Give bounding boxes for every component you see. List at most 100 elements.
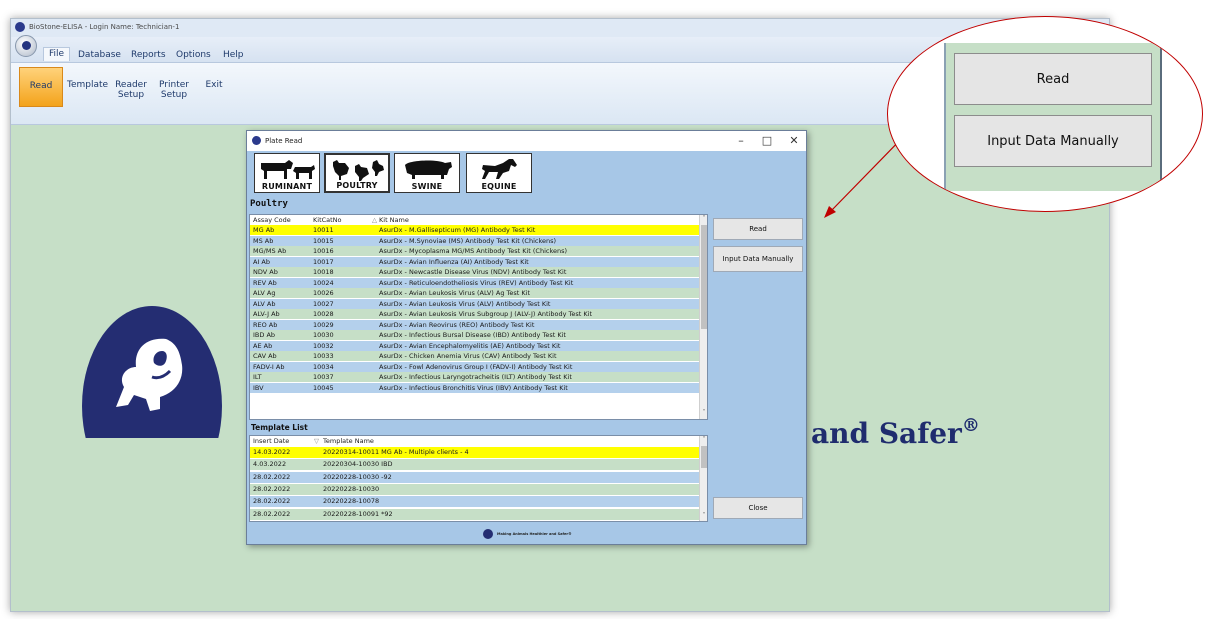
ribbon-reader-setup-button[interactable]: Reader Setup <box>111 80 151 100</box>
scroll-thumb[interactable] <box>701 446 707 468</box>
species-swine-button[interactable]: SWINE <box>394 153 460 193</box>
callout-panel: Read Input Data Manually <box>944 43 1162 191</box>
template-name-cell: 20220314-10011 MG Ab - Multiple clients … <box>323 448 469 456</box>
template-list-table: Insert Date ▽ Template Name 14.03.2022 20… <box>249 435 708 522</box>
read-button[interactable]: Read <box>713 218 803 240</box>
scroll-down-icon[interactable]: ˅ <box>700 409 707 416</box>
kit-table-row[interactable]: AI Ab 10017 AsurDx - Avian Influenza (AI) … <box>250 256 699 267</box>
template-list-row[interactable]: 28.02.2022 20220228-10030 <box>250 483 699 495</box>
insert-date-cell: 28.02.2022 <box>253 484 291 493</box>
kit-table-row[interactable]: MG Ab 10011 AsurDx - M.Gallisepticum (MG) … <box>250 225 699 235</box>
assay-code-cell: MG Ab <box>253 226 275 234</box>
callout-read-button: Read <box>954 53 1152 105</box>
assay-code-cell: ALV-J Ab <box>253 310 280 318</box>
kit-name-cell: AsurDx - M.Gallisepticum (MG) Antibody T… <box>379 226 536 234</box>
kitcatno-cell: 10032 <box>313 341 334 350</box>
dialog-titlebar: Plate Read – □ ✕ <box>247 131 806 151</box>
kit-table-row[interactable]: ALV Ag 10026 AsurDx - Avian Leukosis Virus… <box>250 288 699 298</box>
kit-table-row[interactable]: AE Ab 10032 AsurDx - Avian Encephalomyelit… <box>250 340 699 351</box>
column-header-template-name[interactable]: Template Name <box>323 437 374 445</box>
kitcatno-cell: 10011 <box>313 226 334 234</box>
ribbon-read-button[interactable]: Read <box>19 67 63 107</box>
template-name-cell: 20220228-10078 <box>323 497 380 506</box>
kit-table-row[interactable]: NDV Ab 10018 AsurDx - Newcastle Disease Vi… <box>250 267 699 277</box>
kit-table-row[interactable]: FADV-I Ab 10034 AsurDx - Fowl Adenovirus G… <box>250 361 699 372</box>
insert-date-cell: 28.02.2022 <box>253 509 291 518</box>
tab-help[interactable]: Help <box>223 50 244 60</box>
ribbon-template-button[interactable]: Template <box>67 80 108 90</box>
cattle-sheep-icon <box>261 160 315 179</box>
kit-name-cell: AsurDx - Infectious Laryngotracheitis (I… <box>379 373 572 381</box>
species-label: SWINE <box>411 182 443 191</box>
kitcatno-cell: 10034 <box>313 362 334 371</box>
kitcatno-cell: 10024 <box>313 278 334 287</box>
kit-table-row[interactable]: MS Ab 10015 AsurDx - M.Synoviae (MS) Antib… <box>250 235 699 246</box>
template-list-row[interactable]: 14.03.2022 20220314-10011 MG Ab - Multipl… <box>250 447 699 458</box>
kit-name-cell: AsurDx - Avian Leukosis Virus (ALV) Ag T… <box>379 289 531 297</box>
tab-database[interactable]: Database <box>78 50 121 60</box>
tab-options[interactable]: Options <box>176 50 211 60</box>
template-list-row[interactable]: 28.02.2022 20220228-10078 <box>250 496 699 508</box>
assay-code-cell: ALV Ab <box>253 299 276 308</box>
assay-code-cell: IBV <box>253 383 264 392</box>
scroll-down-icon[interactable]: ˅ <box>700 512 707 519</box>
assay-code-cell: REV Ab <box>253 278 277 287</box>
kit-name-cell: AsurDx - M.Synoviae (MS) Antibody Test K… <box>379 236 557 245</box>
kit-table-row[interactable]: IBV 10045 AsurDx - Infectious Bronchitis V… <box>250 382 699 393</box>
kit-table-row[interactable]: IBD Ab 10030 AsurDx - Infectious Bursal Di… <box>250 330 699 340</box>
kit-name-cell: AsurDx - Infectious Bursal Disease (IBD)… <box>379 331 566 339</box>
dialog-app-icon <box>252 136 261 145</box>
species-label: POULTRY <box>336 181 378 190</box>
kit-table-row[interactable]: MG/MS Ab 10016 AsurDx - Mycoplasma MG/MS A… <box>250 246 699 256</box>
kitcatno-cell: 10017 <box>313 257 334 266</box>
kit-name-cell: AsurDx - Fowl Adenovirus Group I (FADV-I… <box>379 362 573 371</box>
column-header-insert-date[interactable]: Insert Date <box>253 437 289 445</box>
kit-table-row[interactable]: REV Ab 10024 AsurDx - Reticuloendotheliosi… <box>250 277 699 288</box>
kit-table-row[interactable]: REO Ab 10029 AsurDx - Avian Reovirus (REO)… <box>250 319 699 330</box>
input-data-manually-button[interactable]: Input Data Manually <box>713 246 803 272</box>
tab-file[interactable]: File <box>43 47 71 61</box>
species-equine-button[interactable]: EQUINE <box>466 153 532 193</box>
template-list-row[interactable]: 4.03.2022 20220304-10030 IBD <box>250 459 699 471</box>
kit-table-row[interactable]: ALV-J Ab 10028 AsurDx - Avian Leukosis Vir… <box>250 309 699 319</box>
assay-code-cell: MG/MS Ab <box>253 247 287 255</box>
kit-table-scrollbar[interactable]: ˄ ˅ <box>699 215 707 419</box>
footer-logo-icon <box>483 529 493 539</box>
scroll-up-icon[interactable]: ˄ <box>700 215 707 222</box>
column-header-kitcatno[interactable]: KitCatNo <box>313 216 342 224</box>
plate-read-dialog: Plate Read – □ ✕ RUMINANT POULTRY SWINE <box>246 130 807 545</box>
ribbon-exit-button[interactable]: Exit <box>199 80 229 90</box>
species-label: RUMINANT <box>261 182 313 191</box>
kit-name-cell: AsurDx - Mycoplasma MG/MS Antibody Test … <box>379 247 568 255</box>
kit-table-row[interactable]: CAV Ab 10033 AsurDx - Chicken Anemia Virus… <box>250 351 699 361</box>
species-ruminant-button[interactable]: RUMINANT <box>254 153 320 193</box>
template-list-row[interactable]: 28.02.2022 20220228-10030 -92 <box>250 471 699 483</box>
horse-icon <box>482 159 517 179</box>
column-header-assay-code[interactable]: Assay Code <box>253 216 291 224</box>
kit-table-header: Assay Code KitCatNo △ Kit Name <box>250 215 699 225</box>
kit-table: Assay Code KitCatNo △ Kit Name MG Ab 1001… <box>249 214 708 420</box>
template-name-cell: 20220228-10030 <box>323 484 380 493</box>
kit-table-row[interactable]: ILT 10037 AsurDx - Infectious Laryngotrach… <box>250 372 699 382</box>
maximize-button[interactable]: □ <box>760 134 774 147</box>
template-name-cell: 20220228-10030 -92 <box>323 472 392 481</box>
tab-reports[interactable]: Reports <box>131 50 166 60</box>
scroll-thumb[interactable] <box>701 225 707 329</box>
close-window-button[interactable]: ✕ <box>787 134 801 147</box>
close-button[interactable]: Close <box>713 497 803 519</box>
species-poultry-button[interactable]: POULTRY <box>324 153 390 193</box>
kit-name-cell: AsurDx - Avian Reovirus (REO) Antibody T… <box>379 320 535 329</box>
template-list-row[interactable]: 28.02.2022 20220228-10091 *92 <box>250 508 699 520</box>
lion-logo-icon <box>116 338 183 411</box>
species-selector: RUMINANT POULTRY SWINE EQUINE <box>247 151 806 195</box>
kit-table-row[interactable]: ALV Ab 10027 AsurDx - Avian Leukosis Virus… <box>250 298 699 309</box>
scroll-up-icon[interactable]: ˄ <box>700 436 707 443</box>
ribbon-printer-setup-button[interactable]: Printer Setup <box>154 80 194 100</box>
kitcatno-cell: 10030 <box>313 331 334 339</box>
template-list-scrollbar[interactable]: ˄ ˅ <box>699 436 707 521</box>
insert-date-cell: 4.03.2022 <box>253 460 287 469</box>
column-header-kit-name[interactable]: Kit Name <box>379 216 409 224</box>
kit-name-cell: AsurDx - Reticuloendotheliosis Virus (RE… <box>379 278 574 287</box>
application-menu-orb[interactable] <box>15 35 37 57</box>
minimize-button[interactable]: – <box>734 134 748 147</box>
